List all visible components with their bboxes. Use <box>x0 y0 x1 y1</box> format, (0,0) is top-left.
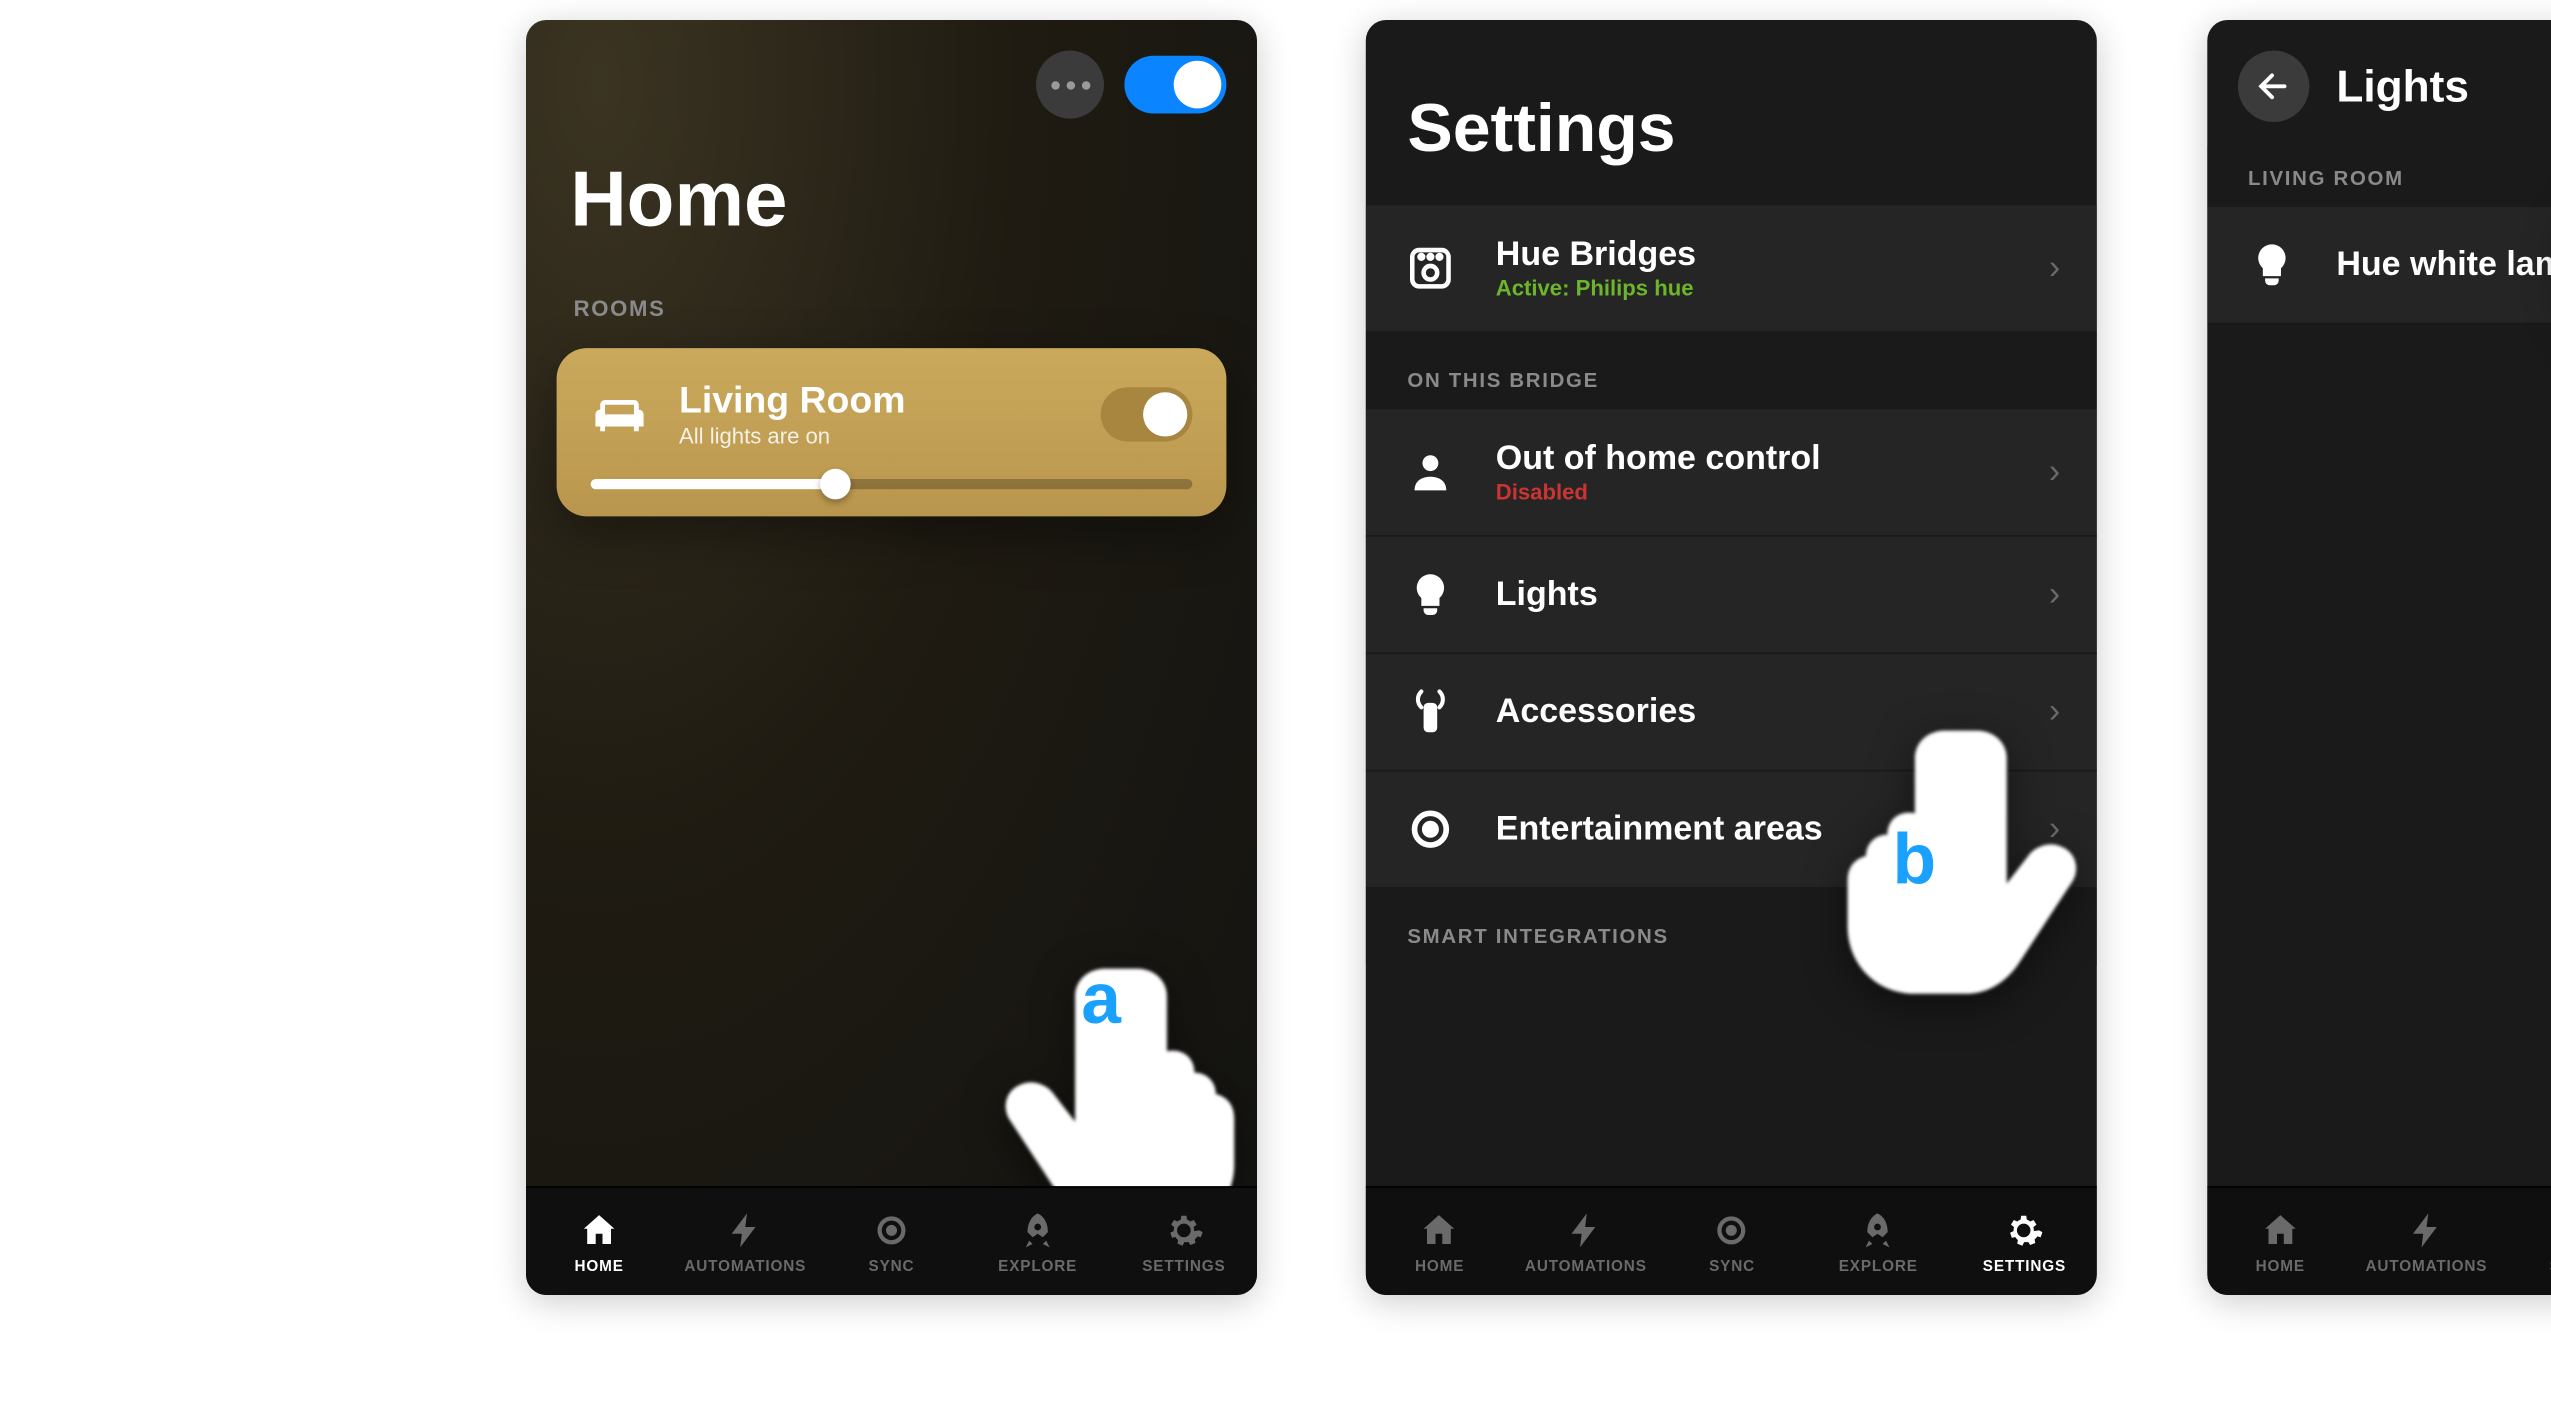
remote-icon <box>1403 685 1457 739</box>
section-smart-integrations: SMART INTEGRATIONS <box>1366 887 2097 965</box>
hand-letter-b: b <box>1892 819 1936 901</box>
room-card-living-room[interactable]: Living Room All lights are on <box>556 348 1226 516</box>
chevron-right-icon: › <box>2048 575 2059 614</box>
bolt-icon <box>2406 1209 2447 1250</box>
tab-settings[interactable]: SETTINGS <box>1110 1209 1256 1274</box>
tab-label: HOME <box>1415 1257 1464 1274</box>
screen-settings: Settings Hue Bridges Active: Philips hue… <box>1366 20 2097 1295</box>
settings-item-out-of-home[interactable]: Out of home control Disabled › <box>1366 409 2097 536</box>
settings-item-entertainment[interactable]: Entertainment areas › <box>1366 771 2097 887</box>
dot-icon <box>1065 80 1074 88</box>
toggle-knob <box>1173 61 1221 109</box>
screen-home: Home ROOMS Living Room All lights are on… <box>526 20 1257 1295</box>
rocket-icon <box>1857 1209 1898 1250</box>
item-title: Hue Bridges <box>1495 236 2048 275</box>
gear-icon <box>1163 1209 1204 1250</box>
toggle-knob <box>1143 391 1187 435</box>
tab-label: SETTINGS <box>1142 1257 1225 1274</box>
tab-label: AUTOMATIONS <box>684 1257 806 1274</box>
tab-explore[interactable]: EXPLORE <box>1805 1209 1951 1274</box>
chevron-right-icon: › <box>2048 249 2059 288</box>
light-item-hue-white-lamp-1[interactable]: Hue white lamp 1 <box>2207 207 2551 323</box>
room-subtitle: All lights are on <box>679 423 1070 449</box>
page-title: Settings <box>1366 20 2097 205</box>
tab-label: HOME <box>574 1257 623 1274</box>
dot-icon <box>1050 80 1059 88</box>
tab-label: EXPLORE <box>1838 1257 1917 1274</box>
item-title: Lights <box>1495 575 2048 614</box>
tab-settings[interactable]: SETTINGS <box>1951 1209 2097 1274</box>
bulb-icon <box>1403 567 1457 621</box>
tab-bar: HOME AUTOMATIONS SYNC EXPLORE SETTINGS <box>526 1186 1257 1295</box>
tab-sync[interactable]: SYNC <box>1658 1209 1804 1274</box>
tab-automations[interactable]: AUTOMATIONS <box>1512 1209 1658 1274</box>
room-name: Living Room <box>679 379 1070 423</box>
tab-label: SETTINGS <box>1982 1257 2065 1274</box>
gear-icon <box>2004 1209 2045 1250</box>
entertainment-icon <box>1403 802 1457 856</box>
section-on-this-bridge: ON THIS BRIDGE <box>1366 331 2097 409</box>
hand-letter-a: a <box>1081 958 1121 1040</box>
bulb-icon <box>2244 238 2298 292</box>
chevron-right-icon: › <box>2048 692 2059 731</box>
tab-sync[interactable]: SYNC <box>818 1209 964 1274</box>
sync-icon <box>871 1209 912 1250</box>
item-status: Active: Philips hue <box>1495 275 2048 301</box>
home-icon <box>1419 1209 1460 1250</box>
settings-item-accessories[interactable]: Accessories › <box>1366 654 2097 771</box>
tab-sync[interactable]: SYNC <box>2499 1209 2551 1274</box>
tab-label: AUTOMATIONS <box>1524 1257 1646 1274</box>
master-toggle[interactable] <box>1124 56 1226 114</box>
back-button[interactable] <box>2237 51 2308 122</box>
tab-label: AUTOMATIONS <box>2365 1257 2487 1274</box>
tab-automations[interactable]: AUTOMATIONS <box>672 1209 818 1274</box>
rocket-icon <box>1017 1209 1058 1250</box>
room-toggle[interactable] <box>1100 386 1192 440</box>
nav-title: Lights <box>2309 60 2551 113</box>
tab-explore[interactable]: EXPLORE <box>964 1209 1110 1274</box>
tab-bar: HOME AUTOMATIONS SYNC EXPLORE SETTINGS <box>2207 1186 2551 1295</box>
settings-item-lights[interactable]: Lights › <box>1366 537 2097 654</box>
tab-bar: HOME AUTOMATIONS SYNC EXPLORE SETTINGS <box>1366 1186 2097 1295</box>
tab-label: EXPLORE <box>998 1257 1077 1274</box>
home-icon <box>578 1209 619 1250</box>
item-title: Out of home control <box>1495 440 2048 479</box>
screen-lights: Lights LIVING ROOM Hue white lamp 1 c HO… <box>2207 20 2551 1295</box>
home-icon <box>2259 1209 2300 1250</box>
item-status: Disabled <box>1495 479 2048 505</box>
slider-thumb <box>819 469 850 500</box>
person-icon <box>1403 445 1457 499</box>
chevron-right-icon: › <box>2048 453 2059 492</box>
tab-label: SYNC <box>1709 1257 1755 1274</box>
item-title: Entertainment areas <box>1495 810 2048 849</box>
page-title: Home <box>526 132 1257 278</box>
brightness-slider[interactable] <box>590 479 1192 489</box>
bolt-icon <box>1565 1209 1606 1250</box>
tab-home[interactable]: HOME <box>526 1209 672 1274</box>
tab-home[interactable]: HOME <box>2207 1209 2353 1274</box>
sync-icon <box>1711 1209 1752 1250</box>
tab-label: SYNC <box>868 1257 914 1274</box>
item-title: Accessories <box>1495 692 2048 731</box>
rooms-header: ROOMS <box>526 278 1257 338</box>
tab-automations[interactable]: AUTOMATIONS <box>2353 1209 2499 1274</box>
group-living-room: LIVING ROOM <box>2207 146 2551 207</box>
bolt-icon <box>724 1209 765 1250</box>
tab-label: HOME <box>2255 1257 2304 1274</box>
settings-item-hue-bridges[interactable]: Hue Bridges Active: Philips hue › <box>1366 205 2097 331</box>
tab-home[interactable]: HOME <box>1366 1209 1512 1274</box>
more-button[interactable] <box>1036 51 1104 119</box>
slider-fill <box>590 479 831 489</box>
dot-icon <box>1081 80 1090 88</box>
light-name: Hue white lamp 1 <box>2336 245 2551 284</box>
bridge-icon <box>1403 241 1457 295</box>
sofa-icon <box>590 385 648 443</box>
chevron-right-icon: › <box>2048 810 2059 849</box>
